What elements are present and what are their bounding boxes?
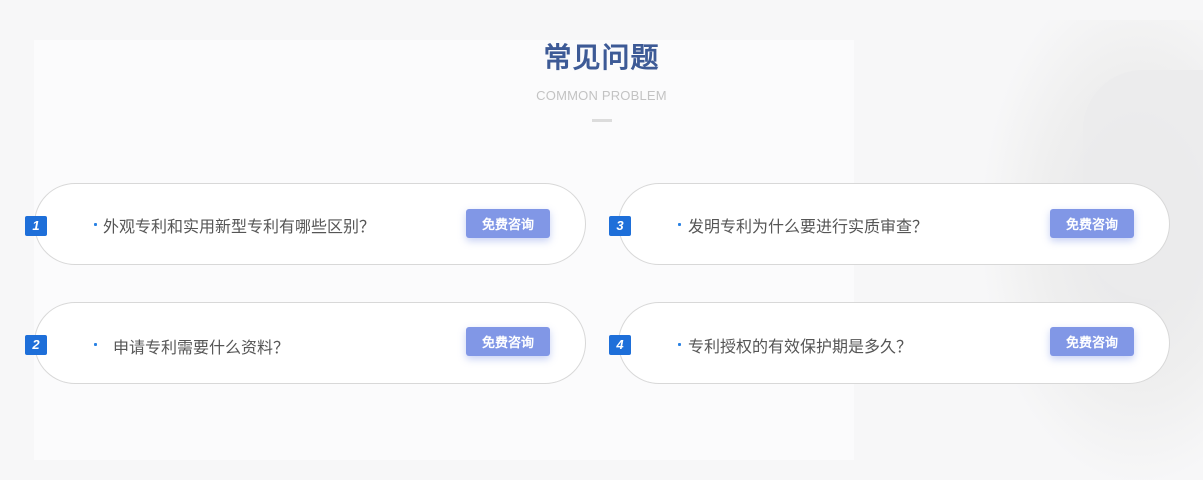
bullet-dot-icon (94, 343, 97, 346)
faq-number-badge: 3 (609, 216, 631, 236)
free-consult-button[interactable]: 免费咨询 (1050, 209, 1134, 238)
faq-number-badge: 2 (25, 335, 47, 355)
faq-question[interactable]: 专利授权的有效保护期是多久？ (688, 333, 912, 357)
faq-question[interactable]: 外观专利和实用新型专利有哪些区别？ (103, 213, 375, 237)
free-consult-button[interactable]: 免费咨询 (1050, 327, 1134, 356)
faq-number-badge: 1 (25, 216, 47, 236)
bullet-dot-icon (678, 223, 681, 226)
title-divider (592, 119, 612, 122)
free-consult-button[interactable]: 免费咨询 (466, 209, 550, 238)
section-subtitle: COMMON PROBLEM (536, 88, 667, 103)
faq-question[interactable]: 申请专利需要什么资料？ (113, 334, 289, 358)
bullet-dot-icon (678, 343, 681, 346)
section-title: 常见问题 (543, 41, 660, 74)
faq-number-badge: 4 (609, 335, 631, 355)
bullet-dot-icon (94, 223, 97, 226)
faq-question[interactable]: 发明专利为什么要进行实质审查？ (688, 213, 928, 237)
free-consult-button[interactable]: 免费咨询 (466, 327, 550, 356)
